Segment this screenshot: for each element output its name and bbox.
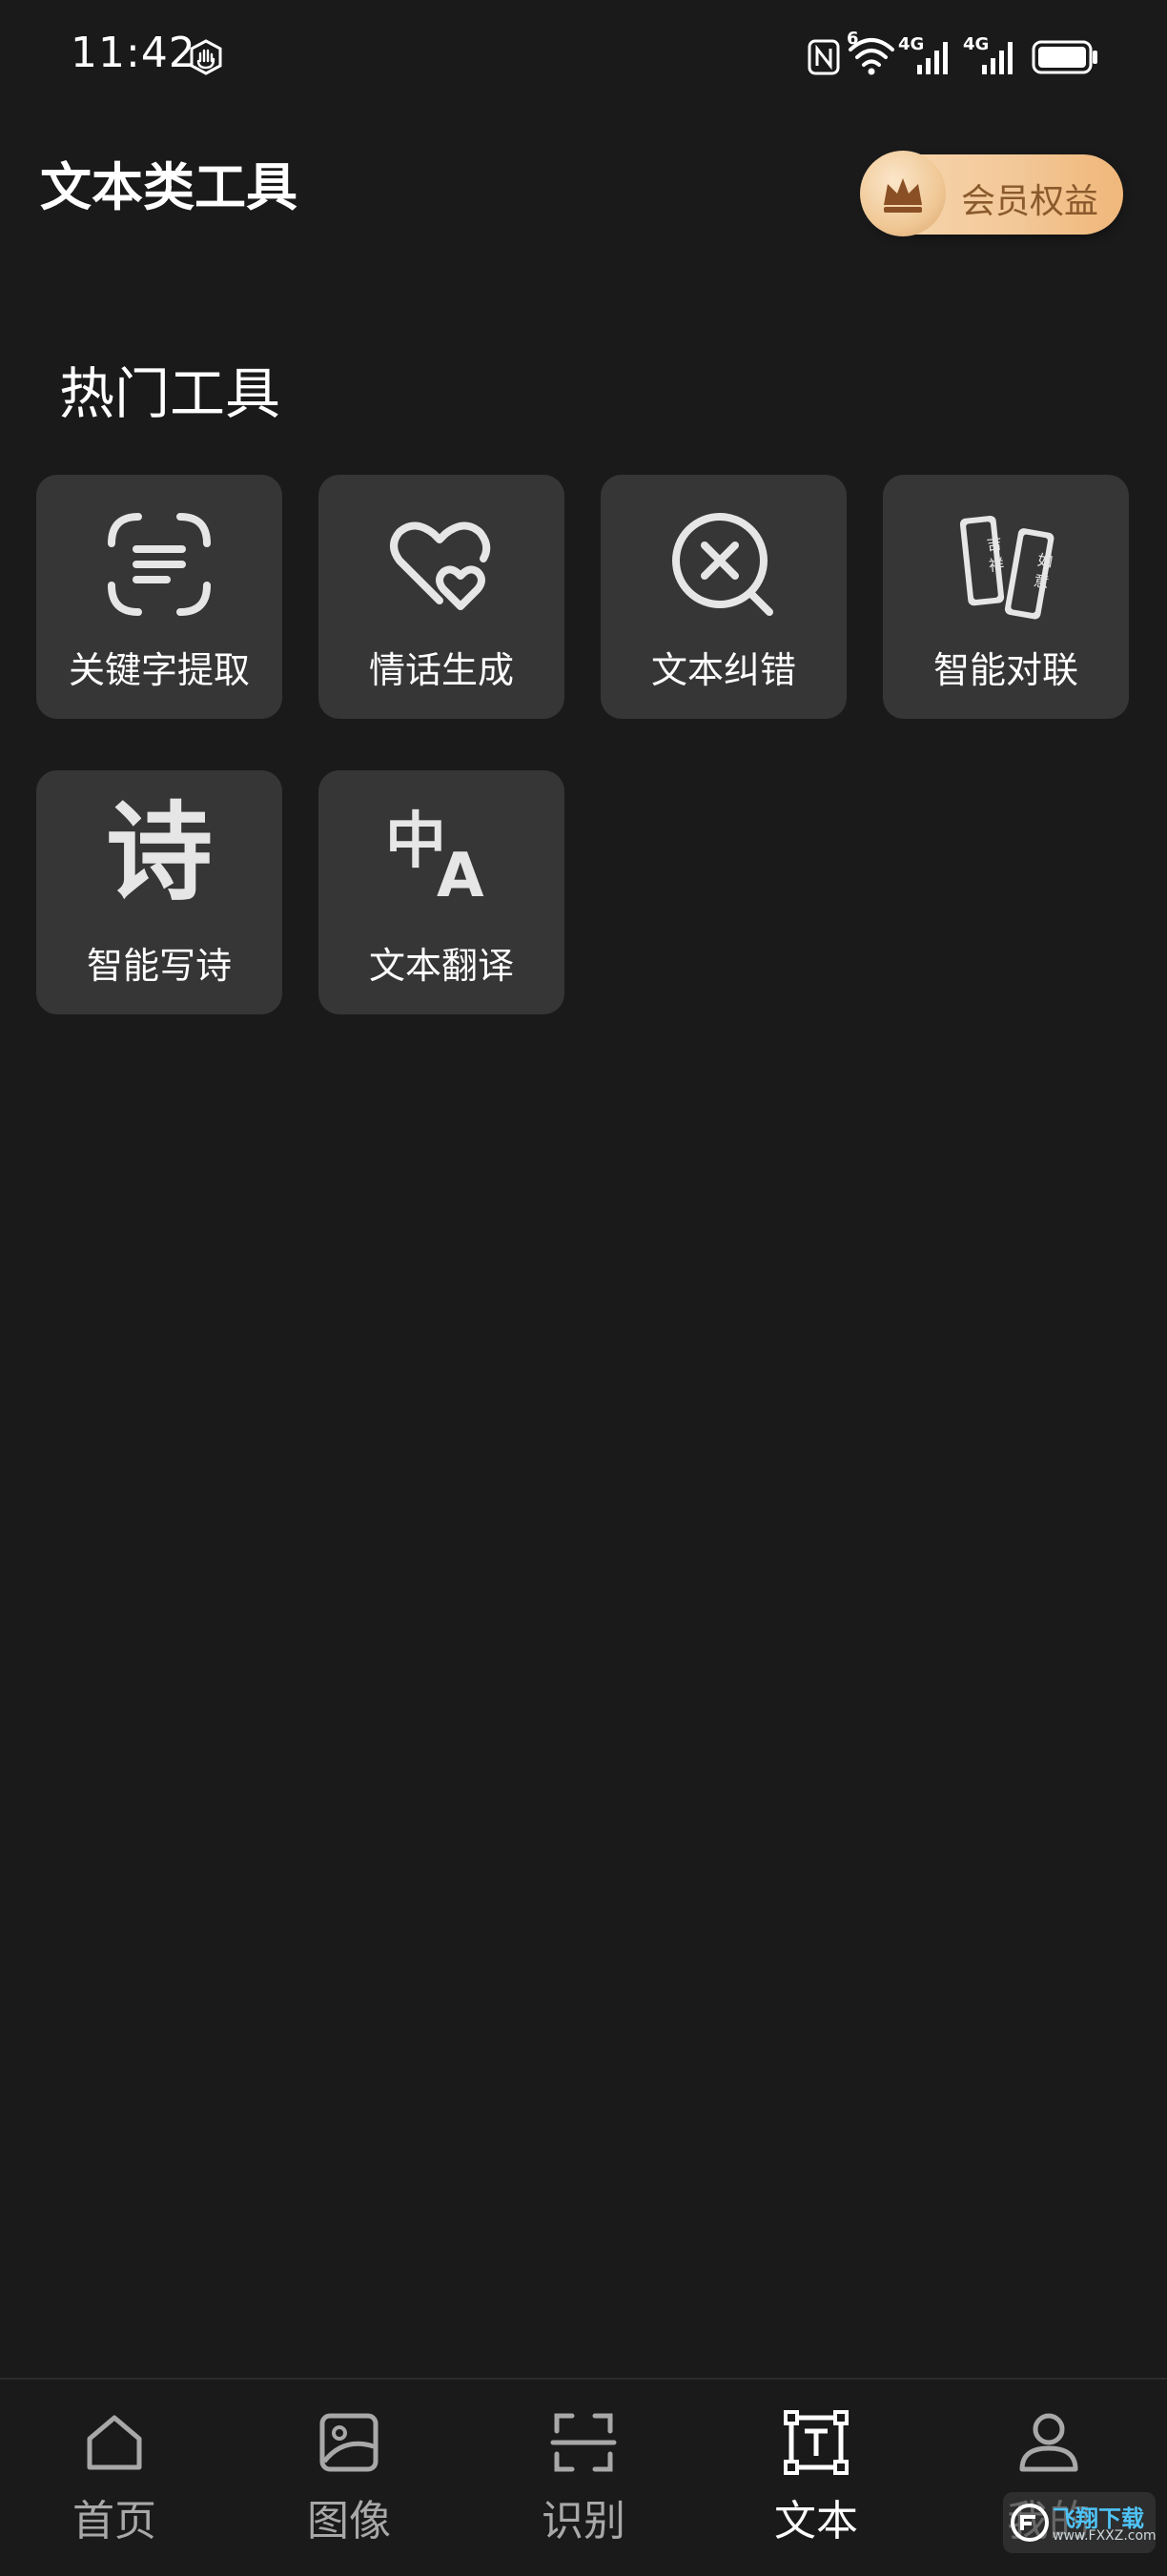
translate-glyph-right: A [437, 841, 484, 911]
nav-item-home[interactable]: 首页 [19, 2380, 210, 2576]
nav-label: 文本 [774, 2497, 858, 2545]
wifi-label: 6 [847, 29, 859, 49]
crown-icon [860, 151, 946, 236]
hearts-icon [390, 521, 491, 610]
tool-label: 智能写诗 [86, 945, 232, 987]
nav-label: 识别 [542, 2497, 625, 2545]
status-bar: 11:42 6 4G 4G [0, 0, 1167, 114]
tool-keyword-extract[interactable]: 关键字提取 [36, 475, 282, 719]
vip-benefits-button[interactable]: 会员权益 [860, 151, 1123, 236]
tool-love-words[interactable]: 情话生成 [318, 475, 564, 719]
tool-label: 文本翻译 [368, 945, 514, 987]
search-close-icon [672, 513, 773, 616]
nav-label: 首页 [72, 2497, 156, 2545]
poem-icon: 诗 [106, 791, 213, 915]
status-time: 11:42 [71, 29, 196, 77]
translate-icon: 中 A [385, 808, 500, 923]
image-icon [319, 2413, 379, 2472]
watermark-sub: www.FXXZ.com [1053, 2528, 1157, 2544]
tool-smart-couplet[interactable]: 吉祥 如意 智能对联 [883, 475, 1129, 719]
page-title: 文本类工具 [40, 157, 297, 217]
scan-icon [550, 2413, 617, 2472]
section-title: 热门工具 [59, 361, 281, 426]
bottom-nav: 首页 图像 识别 文本 [0, 2378, 1167, 2576]
text-icon [784, 2410, 849, 2475]
tool-label: 文本纠错 [650, 649, 796, 691]
vip-label: 会员权益 [961, 182, 1099, 221]
tool-text-correction[interactable]: 文本纠错 [601, 475, 847, 719]
tool-label: 智能对联 [932, 649, 1078, 691]
scan-text-icon [108, 513, 211, 616]
tool-label: 情话生成 [368, 649, 514, 691]
signal-4g-icon [917, 42, 948, 74]
user-icon [1019, 2413, 1078, 2472]
hand-shield-icon [190, 39, 222, 75]
tool-text-translate[interactable]: 中 A 文本翻译 [318, 770, 564, 1014]
nav-label: 图像 [307, 2497, 391, 2545]
battery-icon [1032, 40, 1097, 74]
watermark-logo-icon [1011, 2504, 1049, 2542]
watermark: 飞翔下载 www.FXXZ.com [1003, 2492, 1157, 2553]
tool-label: 关键字提取 [68, 649, 250, 691]
signal-4g-icon [982, 42, 1013, 74]
tool-smart-poem[interactable]: 诗 智能写诗 [36, 770, 282, 1014]
home-icon [87, 2415, 142, 2470]
nav-item-text[interactable]: 文本 [721, 2380, 911, 2576]
nav-item-image[interactable]: 图像 [254, 2380, 444, 2576]
nfc-icon [808, 39, 840, 75]
nav-item-recognize[interactable]: 识别 [488, 2380, 679, 2576]
